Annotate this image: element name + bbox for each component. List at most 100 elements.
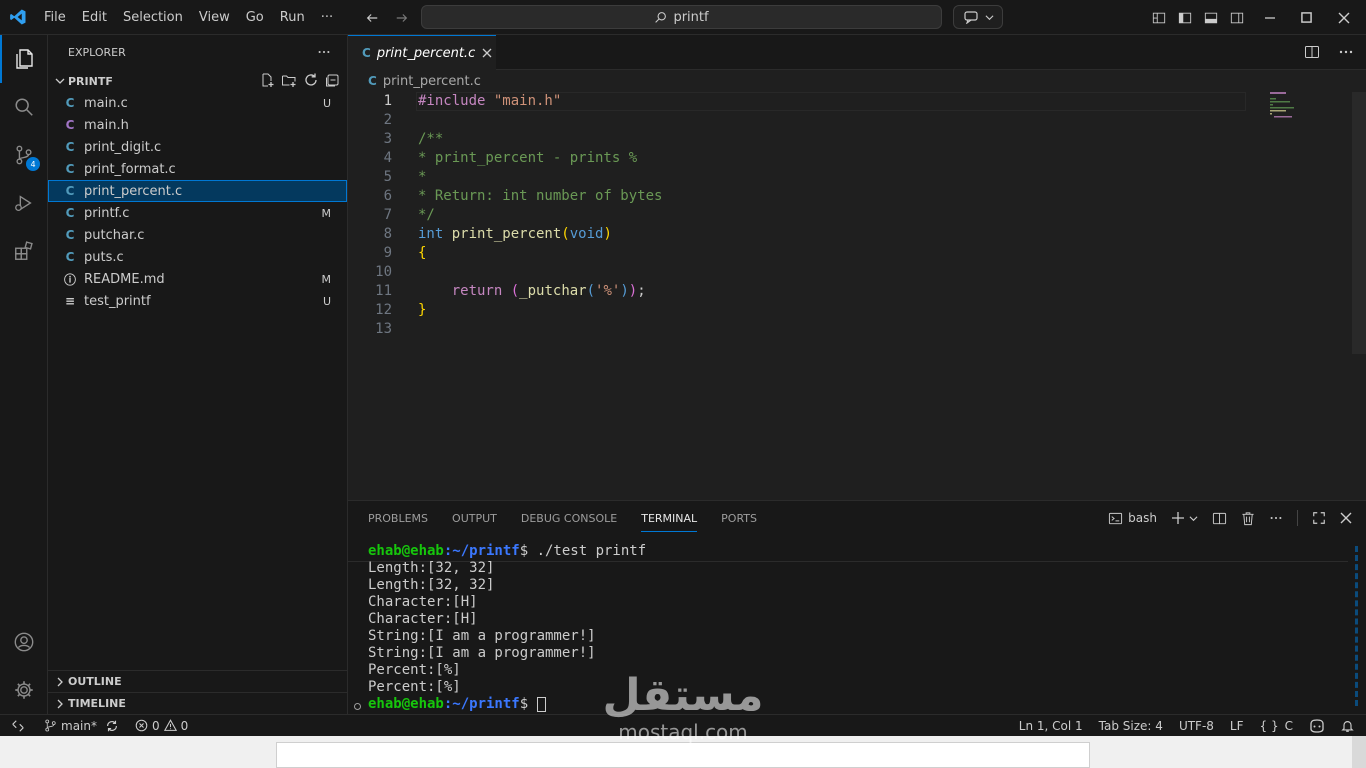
file-item[interactable]: Cputchar.c [48, 224, 347, 246]
menu-item[interactable]: Run [272, 0, 313, 35]
extensions-icon[interactable] [0, 227, 48, 275]
branch-indicator[interactable]: main* [44, 719, 97, 733]
panel-tab[interactable]: PROBLEMS [368, 512, 428, 525]
prompt-path: :~/printf [443, 543, 520, 559]
c-file-icon: C [362, 46, 371, 60]
editor-scrollbar[interactable] [1352, 92, 1366, 354]
close-window-icon[interactable] [1322, 0, 1366, 35]
new-folder-icon[interactable] [281, 72, 297, 88]
customize-layout-icon[interactable] [1146, 0, 1172, 35]
outline-section[interactable]: OUTLINE [48, 670, 348, 692]
file-item[interactable]: Cprint_format.c [48, 158, 347, 180]
code-text: return (_putchar('%')); [418, 282, 646, 301]
language-mode[interactable]: { } C [1260, 719, 1293, 733]
menu-item[interactable]: Go [238, 0, 272, 35]
close-panel-icon[interactable] [1340, 512, 1352, 524]
timeline-section[interactable]: TIMELINE [48, 692, 348, 714]
line-number: 2 [383, 112, 392, 128]
panel-tab[interactable]: DEBUG CONSOLE [521, 512, 617, 525]
encoding[interactable]: UTF-8 [1179, 719, 1214, 733]
breadcrumb[interactable]: C print_percent.c [348, 70, 1366, 92]
panel-tab[interactable]: OUTPUT [452, 512, 497, 525]
code-text: * Return: int number of bytes [418, 187, 662, 206]
collapse-all-icon[interactable] [325, 72, 341, 88]
copilot-button[interactable] [953, 5, 1003, 29]
file-item[interactable]: ≡ test_printf U [48, 290, 347, 312]
chevron-down-icon [985, 14, 993, 20]
panel-tab[interactable]: TERMINAL [641, 512, 698, 532]
toggle-panel-icon[interactable] [1198, 0, 1224, 35]
end-of-line[interactable]: LF [1230, 719, 1244, 733]
maximize-panel-icon[interactable] [1312, 511, 1326, 525]
more-actions-icon[interactable] [317, 45, 331, 59]
file-item[interactable]: ⓘ README.md M [48, 268, 347, 290]
window-controls [1146, 0, 1366, 35]
terminal-scrollbar[interactable] [1354, 546, 1358, 706]
folder-section-printf[interactable]: PRINTF [48, 70, 347, 92]
panel-tab[interactable]: PORTS [721, 512, 757, 525]
remote-indicator-icon[interactable] [0, 715, 36, 737]
code-text: { [418, 244, 426, 263]
file-item[interactable]: Cprintf.c M [48, 202, 347, 224]
code-line: 7 */ [348, 206, 1348, 225]
back-arrow-icon[interactable] [362, 8, 382, 28]
file-item[interactable]: Cprint_digit.c [48, 136, 347, 158]
menu-bar: File Edit Selection View Go Run ··· [36, 0, 341, 35]
scm-badge: 4 [26, 157, 40, 171]
toggle-secondary-sidebar-icon[interactable] [1224, 0, 1250, 35]
file-item[interactable]: Cprint_percent.c [48, 180, 347, 202]
tab-print-percent[interactable]: C print_percent.c [348, 35, 496, 70]
copilot-status-icon[interactable] [1309, 719, 1325, 733]
divider [1297, 510, 1298, 526]
settings-gear-icon[interactable] [0, 666, 48, 714]
explorer-icon[interactable] [0, 35, 48, 83]
new-file-icon[interactable] [259, 72, 275, 88]
new-terminal-button[interactable] [1171, 511, 1198, 525]
source-control-icon[interactable]: 4 [0, 131, 48, 179]
menu-item[interactable]: ··· [313, 0, 341, 35]
split-terminal-icon[interactable] [1212, 511, 1227, 526]
tab-size[interactable]: Tab Size: 4 [1099, 719, 1163, 733]
command-center-search[interactable]: printf [421, 5, 942, 29]
more-actions-icon[interactable] [1338, 44, 1354, 60]
minimap[interactable] [1270, 92, 1350, 132]
notifications-bell-icon[interactable] [1341, 719, 1354, 733]
file-item[interactable]: Cmain.h [48, 114, 347, 136]
toggle-sidebar-icon[interactable] [1172, 0, 1198, 35]
c-file-icon: C [65, 184, 75, 198]
minimize-icon[interactable] [1250, 0, 1290, 35]
menu-item[interactable]: Edit [74, 0, 115, 35]
file-item[interactable]: Cputs.c [48, 246, 347, 268]
close-tab-icon[interactable] [481, 47, 493, 59]
accounts-icon[interactable] [0, 618, 48, 666]
cursor-position[interactable]: Ln 1, Col 1 [1019, 719, 1083, 733]
sync-button[interactable] [105, 719, 119, 733]
code-token: /** [418, 131, 444, 147]
code-line: 3 /** [348, 130, 1348, 149]
git-status-badge: M [321, 206, 332, 220]
terminal-shell-selector[interactable]: bash [1108, 511, 1157, 526]
breadcrumb-file[interactable]: print_percent.c [383, 74, 481, 89]
more-actions-icon[interactable] [1269, 511, 1283, 525]
split-editor-icon[interactable] [1304, 44, 1320, 60]
menu-item[interactable]: Selection [115, 0, 191, 35]
activity-bar: 4 [0, 35, 48, 714]
menu-item[interactable]: View [191, 0, 238, 35]
run-debug-icon[interactable] [0, 179, 48, 227]
refresh-icon[interactable] [303, 72, 319, 88]
code-token: '%' [595, 283, 621, 299]
git-status-badge: U [322, 294, 331, 308]
forward-arrow-icon[interactable] [392, 8, 412, 28]
problems-indicator[interactable]: 0 0 [135, 719, 188, 733]
search-view-icon[interactable] [0, 83, 48, 131]
braces-icon: { } [1259, 719, 1279, 733]
trash-icon[interactable] [1241, 511, 1255, 526]
maximize-icon[interactable] [1290, 0, 1322, 35]
command-decoration-icon[interactable] [354, 703, 361, 710]
line-number: 10 [375, 264, 392, 280]
code-editor[interactable]: 1 #include "main.h" 2 3 /** 4 * print_percent … [348, 92, 1348, 339]
file-item[interactable]: Cmain.c U [48, 92, 347, 114]
menu-item[interactable]: File [36, 0, 74, 35]
c-file-icon: C [368, 74, 377, 88]
